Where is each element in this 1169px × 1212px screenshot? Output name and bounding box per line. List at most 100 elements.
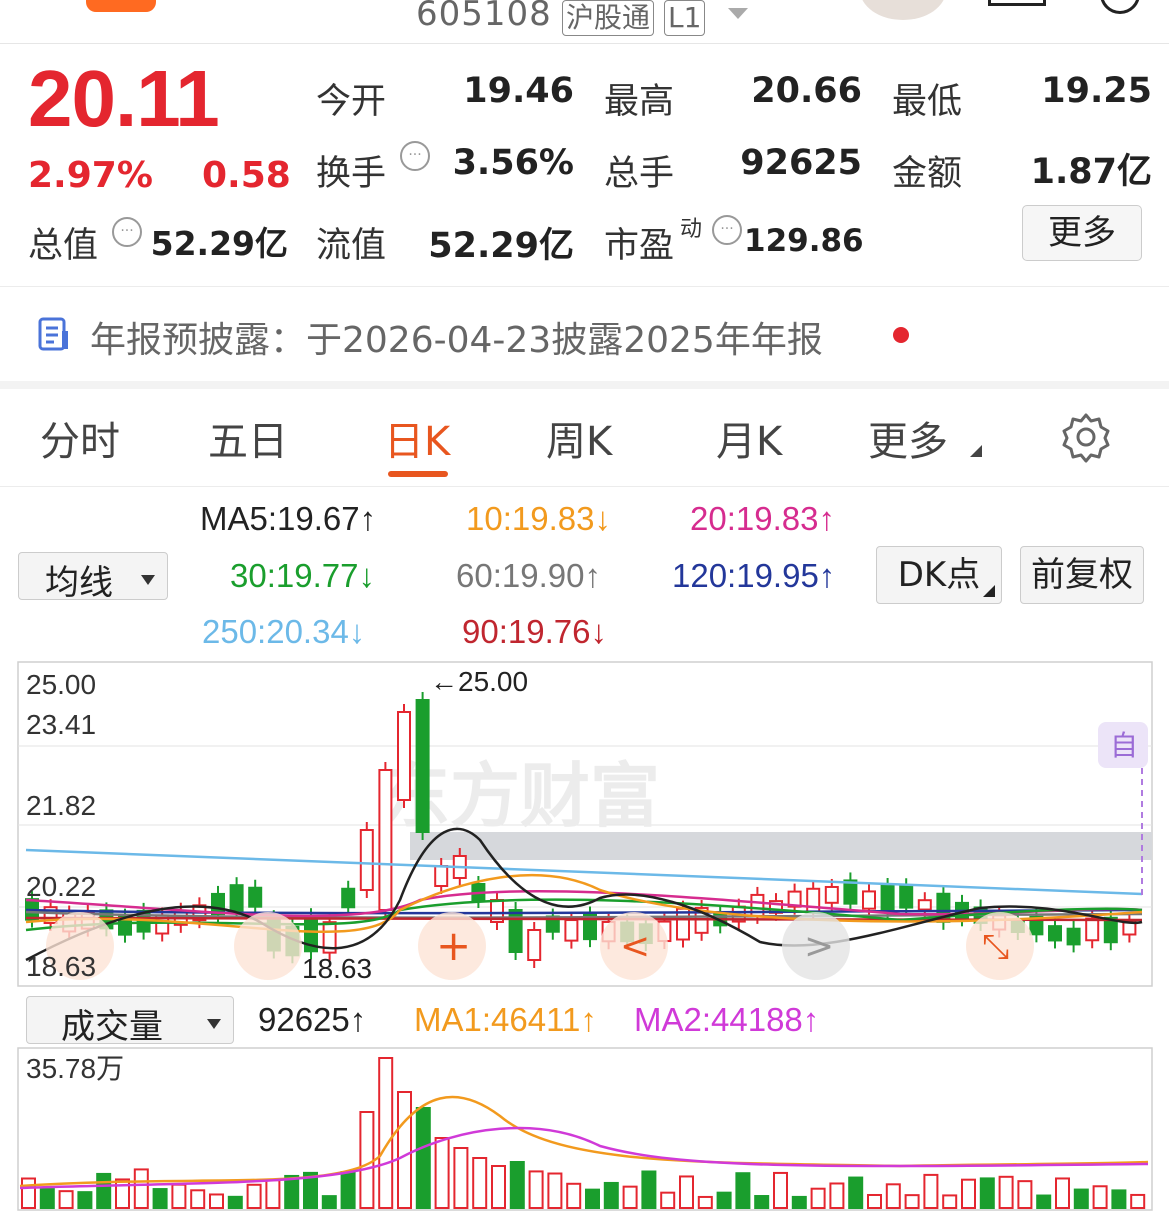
- volume-bar: [378, 1057, 394, 1209]
- candle: [527, 929, 542, 961]
- volume-chart[interactable]: 35.78万: [0, 1046, 1169, 1212]
- unread-dot: [893, 327, 909, 343]
- candle: [862, 890, 876, 910]
- tab-more[interactable]: 更多: [868, 409, 948, 467]
- info-icon[interactable]: ···: [400, 141, 430, 171]
- volume-bar: [265, 1179, 281, 1209]
- volume-bar: [77, 1191, 93, 1209]
- volume-bar: [1036, 1194, 1052, 1210]
- volume-bar: [133, 1168, 149, 1210]
- volume-bar: [904, 1194, 920, 1209]
- volume-bar: [848, 1176, 864, 1209]
- open-value: 19.46: [463, 71, 574, 111]
- volume-bar: [284, 1174, 300, 1210]
- volume-bar: [21, 1177, 36, 1209]
- top-bar: 605108 沪股通 L1: [0, 0, 1169, 44]
- turnover-label: 换手: [316, 154, 387, 194]
- high-value: 20.66: [751, 71, 862, 111]
- dk-point-label: DK点: [897, 555, 981, 595]
- float-value-label: 流值: [316, 226, 387, 266]
- volume-bar: [791, 1195, 807, 1209]
- overlay-button[interactable]: [234, 912, 302, 980]
- volume-bar: [509, 1161, 525, 1209]
- pe-superscript: 动: [680, 217, 703, 242]
- total-value-label: 总值: [28, 226, 99, 266]
- info-icon[interactable]: ···: [112, 217, 142, 247]
- volume-bar: [735, 1172, 751, 1209]
- volume-bar: [998, 1175, 1014, 1210]
- y-label-max: 25.00: [26, 669, 96, 700]
- corner-triangle-icon: [970, 445, 982, 457]
- tab-intraday[interactable]: 分时: [40, 409, 120, 467]
- open-label: 今开: [316, 82, 387, 122]
- volume-bar: [1111, 1189, 1127, 1210]
- candle: [229, 884, 244, 913]
- volume-bar: [227, 1195, 243, 1209]
- annual-report-notice[interactable]: 年报预披露：于2026-04-23披露2025年年报: [0, 287, 1169, 381]
- adjust-button[interactable]: 前复权: [1020, 546, 1144, 604]
- volume-bar: [961, 1178, 976, 1209]
- volume-bar: [39, 1188, 55, 1210]
- dk-point-button[interactable]: DK点: [876, 546, 1002, 604]
- amount-value: 1.87亿: [1030, 152, 1152, 192]
- more-button[interactable]: 更多: [1022, 205, 1142, 261]
- ma10-value: 10:19.83↓: [466, 500, 611, 537]
- volume-bar: [434, 1137, 450, 1209]
- volume-bar: [152, 1188, 168, 1210]
- menu-icon[interactable]: [988, 0, 1046, 6]
- chevron-down-icon[interactable]: [728, 8, 748, 19]
- volume-bar: [115, 1178, 130, 1209]
- dropdown-arrow-icon: [141, 575, 155, 585]
- plus-icon: +: [436, 921, 471, 970]
- avatar[interactable]: [860, 0, 946, 20]
- high-label: 最高: [604, 82, 675, 122]
- min-price-marker: 18.63: [302, 953, 372, 984]
- notice-text: 年报预披露：于2026-04-23披露2025年年报: [90, 320, 823, 361]
- candlestick-chart[interactable]: 东方财富 + < > ⤡ 25.00 23.41 21.82 20.22 18.…: [0, 660, 1169, 990]
- active-tab-indicator: [388, 471, 448, 477]
- pe-label: 市盈: [604, 226, 675, 266]
- tab-monthly-k[interactable]: 月K: [716, 409, 782, 467]
- volume-selector[interactable]: 成交量: [26, 996, 234, 1047]
- volume-bar: [829, 1182, 845, 1209]
- volume-ma2: MA2:44188↑: [634, 1001, 820, 1038]
- ma60-value: 60:19.90↑: [456, 557, 601, 594]
- tab-daily-k[interactable]: 日K: [384, 409, 450, 467]
- volume-bar: [415, 1107, 431, 1209]
- promo-badge[interactable]: [86, 0, 156, 12]
- tab-weekly-k[interactable]: 周K: [546, 409, 612, 467]
- gear-icon[interactable]: [1060, 411, 1112, 463]
- volume-label: 总手: [604, 154, 675, 194]
- volume-bar: [641, 1170, 657, 1209]
- volume-bar: [885, 1183, 901, 1210]
- info-icon[interactable]: ···: [712, 215, 742, 245]
- volume-bar: [585, 1188, 600, 1210]
- change-pct: 2.97%: [28, 155, 153, 196]
- ma5-value: MA5:19.67↑: [200, 500, 377, 537]
- ma-selector[interactable]: 均线: [18, 552, 168, 603]
- level-tag: L1: [664, 0, 706, 36]
- ma250-value: 250:20.34↓: [202, 613, 366, 650]
- ma120-value: 120:19.95↑: [672, 557, 836, 594]
- ma30-value: 30:19.77↓: [230, 557, 375, 594]
- volume-bar: [1073, 1188, 1089, 1209]
- float-value: 52.29亿: [428, 226, 574, 266]
- volume-bar: [566, 1182, 582, 1210]
- candle: [1085, 917, 1100, 942]
- volume-bar: [472, 1157, 488, 1209]
- expand-icon: ⤡: [982, 927, 1009, 967]
- quote-panel: 20.11 2.97% 0.58 今开 19.46 最高 20.66 最低 19…: [0, 45, 1169, 285]
- volume-bar: [660, 1191, 676, 1209]
- max-price-marker: ←25.00: [430, 666, 528, 697]
- market-tag: 沪股通: [562, 0, 655, 36]
- volume-bar: [528, 1170, 544, 1209]
- candle: [341, 887, 356, 909]
- auto-badge-label: 自: [1110, 729, 1138, 762]
- volume-bar: [1055, 1177, 1070, 1210]
- volume-value: 92625: [740, 143, 862, 183]
- search-icon[interactable]: [1100, 0, 1140, 14]
- ma90-value: 90:19.76↓: [462, 613, 607, 650]
- candle: [248, 886, 263, 908]
- candle: [824, 885, 839, 904]
- tab-five-day[interactable]: 五日: [208, 409, 288, 467]
